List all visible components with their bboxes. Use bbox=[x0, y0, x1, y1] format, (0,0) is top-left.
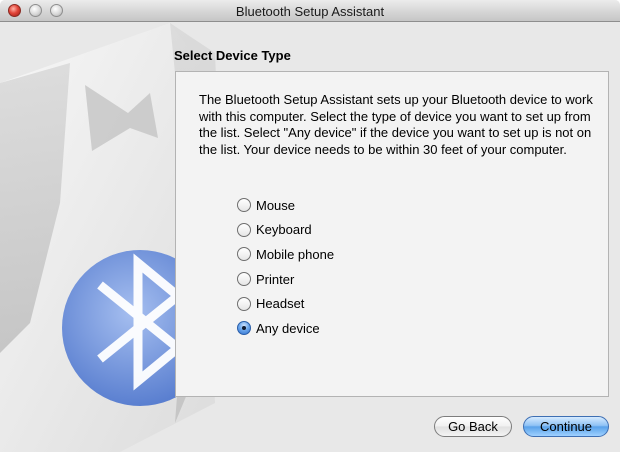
go-back-button[interactable]: Go Back bbox=[434, 416, 512, 437]
radio-option-keyboard[interactable]: Keyboard bbox=[237, 222, 334, 238]
instructions-text: The Bluetooth Setup Assistant sets up yo… bbox=[199, 92, 593, 157]
continue-button[interactable]: Continue bbox=[523, 416, 609, 437]
radio-label: Printer bbox=[256, 271, 295, 287]
radio-button-selected[interactable] bbox=[237, 321, 251, 336]
radio-button[interactable] bbox=[237, 296, 251, 311]
setup-assistant-window: Bluetooth Setup Assistant Select Device … bbox=[0, 0, 620, 452]
radio-option-any-device[interactable]: Any device bbox=[237, 320, 334, 336]
radio-button[interactable] bbox=[237, 198, 251, 212]
radio-option-mobile-phone[interactable]: Mobile phone bbox=[237, 246, 334, 262]
radio-label: Keyboard bbox=[256, 222, 312, 238]
radio-label: Mobile phone bbox=[256, 246, 335, 262]
radio-option-printer[interactable]: Printer bbox=[237, 271, 334, 287]
radio-button[interactable] bbox=[237, 272, 251, 287]
radio-button[interactable] bbox=[237, 247, 251, 262]
page-heading: Select Device Type bbox=[174, 48, 291, 63]
radio-option-mouse[interactable]: Mouse bbox=[237, 197, 334, 213]
radio-option-headset[interactable]: Headset bbox=[237, 296, 334, 312]
device-type-radio-group: Mouse Keyboard Mobile phone Printer Head… bbox=[237, 197, 334, 345]
window-title: Bluetooth Setup Assistant bbox=[235, 4, 385, 19]
radio-label: Headset bbox=[256, 296, 305, 312]
device-type-panel: The Bluetooth Setup Assistant sets up yo… bbox=[175, 71, 609, 397]
radio-label: Any device bbox=[256, 320, 320, 336]
radio-label: Mouse bbox=[256, 197, 296, 213]
title-bar[interactable]: Bluetooth Setup Assistant bbox=[0, 0, 620, 22]
radio-button[interactable] bbox=[237, 222, 251, 237]
